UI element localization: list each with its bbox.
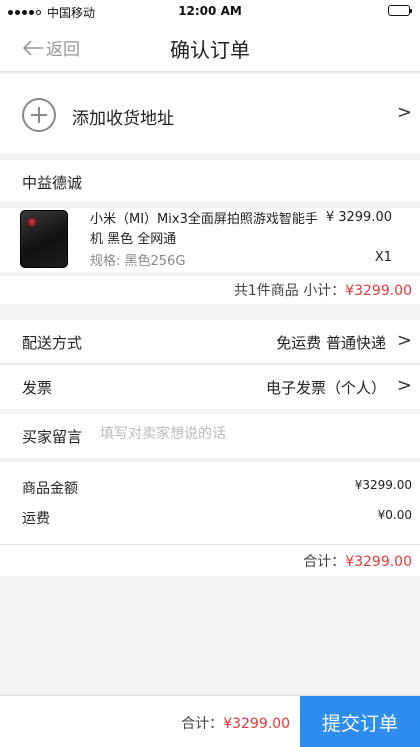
buyer-message-row: 买家留言 [0, 414, 420, 458]
divider [0, 272, 420, 276]
product-price: ¥ 3299.00 [325, 210, 392, 225]
product-spec: 规格: 黑色256G [90, 254, 186, 269]
product-quantity: X1 [374, 250, 392, 265]
summary-total-label: 合计： [303, 554, 346, 570]
divider [0, 544, 420, 545]
delivery-label: 配送方式 [22, 334, 83, 352]
chevron-right-icon: > [396, 102, 412, 123]
goods-amount-row: 商品金额 ¥3299.00 [22, 478, 412, 498]
add-address-label: 添加收货地址 [72, 109, 174, 129]
plus-circle-icon [22, 98, 56, 132]
goods-amount-value: ¥3299.00 [354, 478, 412, 492]
delivery-value: 免运费 普通快递 [276, 334, 386, 352]
chevron-right-icon: > [396, 330, 412, 351]
chevron-right-icon: > [396, 375, 412, 396]
shop-subtotal: 共1件商品 小计：¥3299.00 [234, 280, 412, 300]
freight-value: ¥0.00 [377, 508, 412, 522]
footer-total-label: 合计： [181, 716, 224, 732]
battery-icon [388, 5, 412, 16]
page-title: 确认订单 [170, 38, 250, 62]
invoice-value: 电子发票（个人） [265, 379, 386, 397]
nav-bar: 返回 确认订单 [0, 22, 420, 72]
footer-total-value: ¥3299.00 [223, 716, 290, 732]
item-count: 共1件商品 [233, 283, 299, 299]
message-label: 买家留言 [22, 428, 83, 446]
summary-total-value: ¥3299.00 [345, 554, 412, 570]
subtotal-label: 小计： [303, 283, 346, 299]
freight-label: 运费 [22, 511, 50, 527]
subtotal-value: ¥3299.00 [345, 283, 412, 299]
freight-row: 运费 ¥0.00 [22, 508, 412, 528]
product-image[interactable] [20, 210, 68, 268]
status-bar: 中国移动 12:00 AM [0, 0, 420, 22]
submit-order-button[interactable]: 提交订单 [300, 696, 420, 747]
order-summary: 商品金额 ¥3299.00 运费 ¥0.00 合计：¥3299.00 [0, 462, 420, 576]
footer-total: 合计：¥3299.00 [181, 713, 290, 733]
divider [0, 202, 420, 208]
add-address-row[interactable]: 添加收货地址 > [0, 74, 420, 154]
shop-name: 中益德诚 [22, 174, 83, 192]
goods-amount-label: 商品金额 [22, 481, 78, 497]
status-time: 12:00 AM [178, 4, 242, 18]
summary-total: 合计：¥3299.00 [303, 551, 412, 571]
invoice-row[interactable]: 发票 电子发票（个人） > [0, 365, 420, 409]
message-input[interactable] [100, 426, 400, 442]
delivery-method-row[interactable]: 配送方式 免运费 普通快递 > [0, 320, 420, 364]
shop-card: 中益德诚 小米（MI）Mix3全面屏拍照游戏智能手机 黑色 全网通 规格: 黑色… [0, 160, 420, 304]
bottom-bar: 合计：¥3299.00 提交订单 [0, 695, 420, 747]
invoice-label: 发票 [22, 379, 53, 397]
product-name[interactable]: 小米（MI）Mix3全面屏拍照游戏智能手机 黑色 全网通 [90, 210, 330, 250]
